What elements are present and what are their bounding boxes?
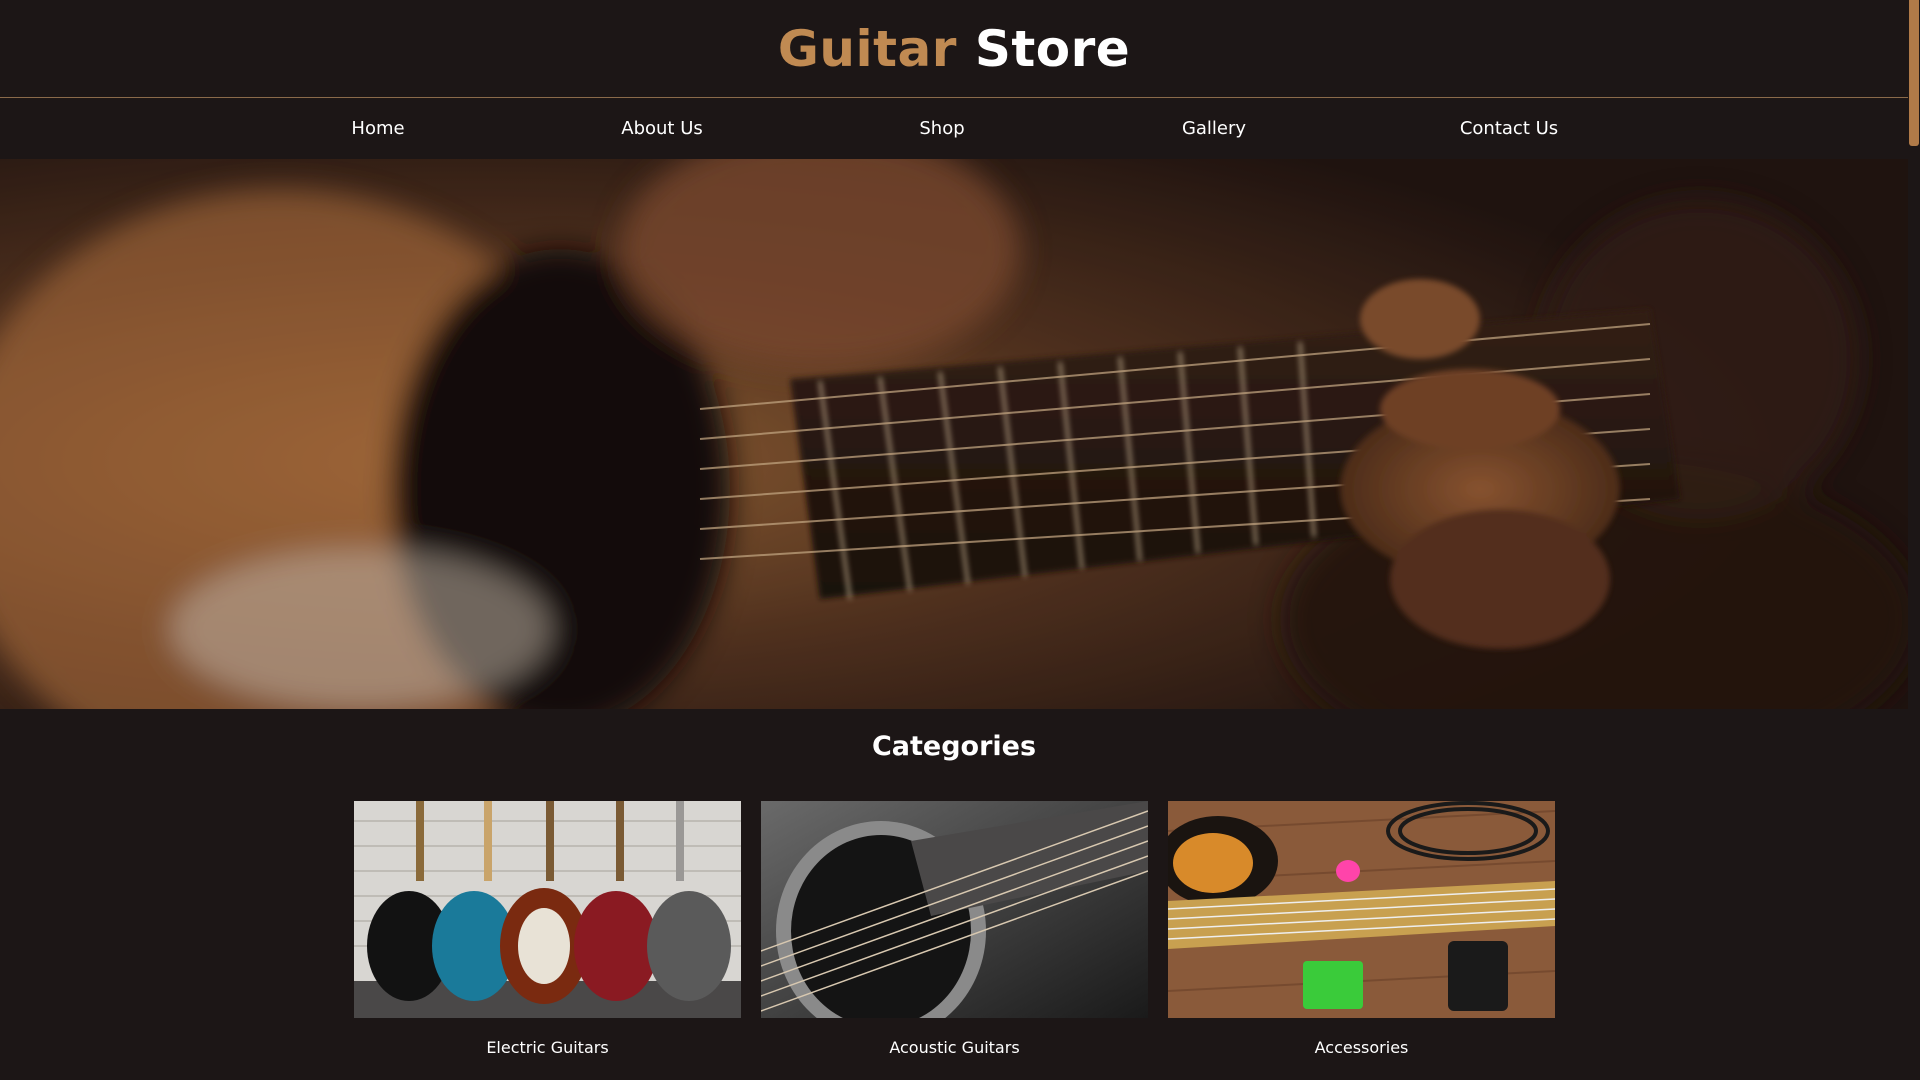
main-navigation: Home About Us Shop Gallery Contact Us xyxy=(0,99,1908,159)
page: Guitar Store Home About Us Shop Gallery … xyxy=(0,0,1920,1080)
page-scrollbar[interactable] xyxy=(1908,0,1920,1080)
scrollbar-thumb[interactable] xyxy=(1909,0,1919,146)
site-header: Guitar Store xyxy=(0,0,1908,98)
accessories-image xyxy=(1168,801,1555,1018)
brand-main-text: Store xyxy=(974,19,1131,78)
hero-banner xyxy=(0,159,1908,709)
nav-gallery-link[interactable]: Gallery xyxy=(1182,99,1246,159)
nav-home-link[interactable]: Home xyxy=(351,99,404,159)
electric-guitars-image xyxy=(354,801,741,1018)
site-logo[interactable]: Guitar Store xyxy=(778,24,1130,74)
nav-about-us-link[interactable]: About Us xyxy=(621,99,703,159)
category-label: Accessories xyxy=(1314,1038,1409,1057)
category-label: Electric Guitars xyxy=(486,1038,609,1057)
category-card-accessories[interactable]: Accessories xyxy=(1168,801,1555,1057)
category-label: Acoustic Guitars xyxy=(889,1038,1020,1057)
category-card-electric-guitars[interactable]: Electric Guitars xyxy=(354,801,741,1057)
nav-shop-link[interactable]: Shop xyxy=(919,99,964,159)
acoustic-guitar-image xyxy=(761,801,1148,1018)
nav-contact-us-link[interactable]: Contact Us xyxy=(1460,99,1558,159)
brand-accent-text: Guitar xyxy=(777,19,957,78)
categories-heading: Categories xyxy=(871,731,1037,762)
category-card-acoustic-guitars[interactable]: Acoustic Guitars xyxy=(761,801,1148,1057)
hero-guitar-image xyxy=(0,159,1908,709)
